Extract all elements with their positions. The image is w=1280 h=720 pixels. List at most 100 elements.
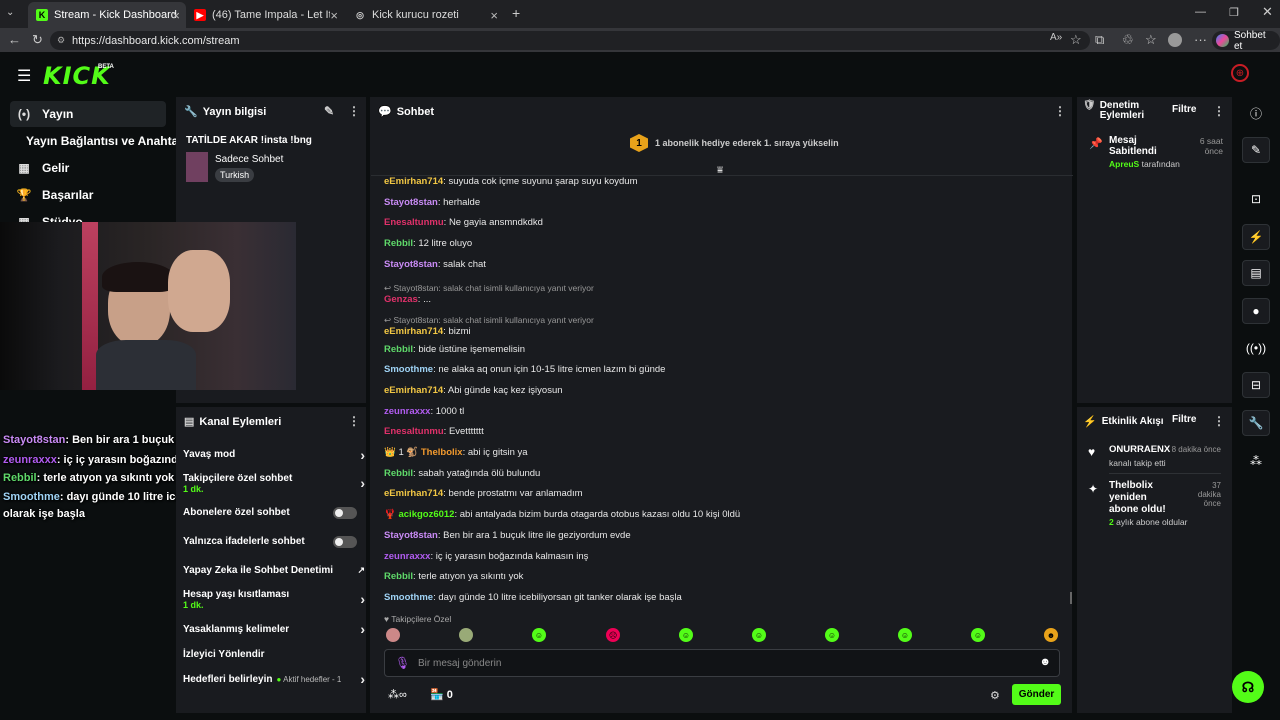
slow-mode-row[interactable]: Yavaş mod ›: [183, 447, 365, 463]
wrench-icon[interactable]: 🔧: [1242, 410, 1270, 436]
banned-words-row[interactable]: Yasaklanmış kelimeler ›: [183, 621, 365, 637]
close-tab-icon[interactable]: ×: [330, 8, 338, 23]
layout-icon[interactable]: ⊟: [1242, 372, 1270, 398]
chat-username[interactable]: Stayot8stan: [384, 197, 438, 208]
ai-moderation-row[interactable]: Yapay Zeka ile Sohbet Denetimi ↗: [183, 565, 365, 576]
chat-username[interactable]: zeunraxxx: [384, 551, 430, 562]
chat-message[interactable]: 👑 1 🐒 Thelbolix: abi iç gitsin ya: [384, 447, 528, 458]
extensions-icon[interactable]: ⧉: [1095, 32, 1104, 48]
more-menu-icon[interactable]: ···: [1194, 32, 1207, 47]
chat-username[interactable]: Rebbil: [384, 468, 413, 479]
kebab-menu-icon[interactable]: ⋮: [1213, 414, 1225, 428]
site-info-icon[interactable]: ⚙: [57, 35, 65, 46]
emoji-icon[interactable]: ☻: [1039, 656, 1051, 668]
reload-icon[interactable]: ↻: [32, 32, 43, 48]
kick-emote-icon[interactable]: ☺: [825, 628, 839, 642]
settings-gear-icon[interactable]: ⚙: [990, 689, 1000, 702]
chat-message[interactable]: Enesaltunmu: Evettttttt: [384, 426, 484, 437]
kick-emote-icon[interactable]: ☺: [898, 628, 912, 642]
chat-message[interactable]: Genzas: ...: [384, 294, 431, 305]
edit-pencil-icon[interactable]: ✎: [1242, 137, 1270, 163]
copilot-chat-button[interactable]: Sohbet et: [1212, 30, 1280, 52]
gift-sub-banner[interactable]: 1 1 abonelik hediye ederek 1. sıraya yük…: [630, 134, 839, 152]
chat-message[interactable]: Smoothme: dayı günde 10 litre icebiliyor…: [384, 592, 682, 603]
url-field[interactable]: ⚙ https://dashboard.kick.com/stream: [50, 31, 1090, 50]
edit-icon[interactable]: ✎: [324, 104, 334, 118]
back-icon[interactable]: ←: [8, 32, 21, 47]
chat-message[interactable]: Stayot8stan: salak chat: [384, 259, 486, 270]
chat-username[interactable]: eEmirhan714: [384, 488, 443, 499]
chat-username[interactable]: Rebbil: [384, 344, 413, 355]
chat-message[interactable]: Rebbil: 12 litre oluyo: [384, 238, 472, 249]
new-tab-icon[interactable]: +: [512, 5, 520, 21]
raid-row[interactable]: İzleyici Yönlendir: [183, 649, 363, 660]
chat-message[interactable]: eEmirhan714: suyuda cok içme suyunu şara…: [384, 176, 637, 187]
chat-username[interactable]: Enesaltunmu: [384, 426, 444, 437]
chat-message[interactable]: Rebbil: terle atıyon ya sıkıntı yok: [384, 571, 523, 582]
sidebar-item-basarilar[interactable]: 🏆 Başarılar: [10, 182, 166, 208]
close-window-icon[interactable]: ✕: [1262, 4, 1273, 20]
followers-only-row[interactable]: Takipçilere özel sohbet 1 dk. ›: [183, 473, 365, 494]
chat-username[interactable]: acikgoz6012: [398, 509, 454, 520]
emote-avatar[interactable]: [459, 628, 473, 642]
chat-message[interactable]: Rebbil: bide üstüne işememelisin: [384, 344, 525, 355]
chat-username[interactable]: zeunraxxx: [384, 406, 430, 417]
read-aloud-icon[interactable]: A»: [1050, 32, 1062, 43]
kick-emote-icon[interactable]: ☺: [532, 628, 546, 642]
chat-username[interactable]: eEmirhan714: [384, 176, 443, 187]
emotes-only-toggle[interactable]: [333, 536, 357, 548]
chat-message[interactable]: 🦞 acikgoz6012: abi antalyada bizim burda…: [384, 509, 740, 520]
sidebar-item-yayin[interactable]: (•) Yayın: [10, 101, 166, 127]
close-tab-icon[interactable]: ×: [490, 8, 498, 23]
kick-points-icon[interactable]: ⁂: [1242, 448, 1270, 474]
chat-username[interactable]: Stayot8stan: [384, 530, 438, 541]
kebab-menu-icon[interactable]: ⋮: [348, 414, 360, 428]
favorite-star-icon[interactable]: ☆: [1070, 32, 1082, 48]
browser-tab-kick-badge[interactable]: ◎ Kick kurucu rozeti ×: [346, 2, 504, 28]
chat-message[interactable]: Rebbil: sabah yatağında ölü bulundu: [384, 468, 540, 479]
send-button[interactable]: Gönder: [1012, 684, 1061, 705]
favorites-icon[interactable]: ☆: [1145, 32, 1157, 48]
kick-emote-icon[interactable]: ☺: [971, 628, 985, 642]
chat-username[interactable]: Thelbolix: [421, 447, 463, 458]
chat-input[interactable]: 🎙 Bir mesaj gönderin ☻: [384, 649, 1060, 677]
kick-emote-icon[interactable]: ☺: [679, 628, 693, 642]
maximize-icon[interactable]: ❐: [1229, 6, 1239, 19]
category-name[interactable]: Sadece Sohbet: [215, 154, 283, 165]
chat-message[interactable]: Stayot8stan: Ben bir ara 1 buçuk litre i…: [384, 530, 631, 541]
chat-message[interactable]: Enesaltunmu: Ne gayia ansmndkdkd: [384, 217, 543, 228]
lightning-icon[interactable]: ⚡: [1242, 224, 1270, 250]
chat-username[interactable]: Rebbil: [384, 571, 413, 582]
emote-avatar[interactable]: [386, 628, 400, 642]
chat-username[interactable]: eEmirhan714: [384, 385, 443, 396]
chat-message[interactable]: Smoothme: ne alaka aq onun için 10-15 li…: [384, 364, 665, 375]
chat-message[interactable]: eEmirhan714: Abi günde kaç kez işiyosun: [384, 385, 563, 396]
chat-message[interactable]: Stayot8stan: herhalde: [384, 197, 480, 208]
profile-avatar[interactable]: [1168, 33, 1182, 47]
chat-username[interactable]: Enesaltunmu: [384, 217, 444, 228]
chat-message[interactable]: eEmirhan714: bende prostatmı var anlamad…: [384, 488, 583, 499]
tab-list-icon[interactable]: ⌄: [6, 7, 14, 18]
kick-points-icon[interactable]: ⁂∞: [388, 688, 407, 701]
laugh-emote-icon[interactable]: ☻: [1044, 628, 1058, 642]
collections-icon[interactable]: ♲: [1122, 32, 1134, 48]
kebab-menu-icon[interactable]: ⋮: [348, 104, 360, 118]
chat-message[interactable]: zeunraxxx: iç iç yarasın boğazında kalma…: [384, 551, 588, 562]
sidebar-item-gelir[interactable]: ▦ Gelir: [10, 155, 166, 181]
chat-username[interactable]: eEmirhan714: [384, 326, 443, 337]
rage-emote-icon[interactable]: ☹: [606, 628, 620, 642]
user-avatar[interactable]: ⊕: [1231, 64, 1249, 82]
chat-message[interactable]: zeunraxxx: 1000 tl: [384, 406, 464, 417]
chat-username[interactable]: Stayot8stan: [384, 259, 438, 270]
info-icon[interactable]: ⓘ: [1242, 100, 1270, 126]
chat-username[interactable]: Genzas: [384, 294, 418, 305]
chat-message[interactable]: eEmirhan714: bizmi: [384, 326, 471, 337]
notes-icon[interactable]: ▤: [1242, 260, 1270, 286]
sidebar-item-stream-key[interactable]: Yayın Bağlantısı ve Anahtarı: [20, 128, 190, 154]
chat-username[interactable]: Smoothme: [384, 364, 433, 375]
microphone-icon[interactable]: 🎙: [395, 656, 410, 670]
chat-username[interactable]: Rebbil: [384, 238, 413, 249]
browser-tab-youtube[interactable]: ▶ (46) Tame Impala - Let It Happen (×: [186, 2, 344, 28]
chat-username[interactable]: Smoothme: [384, 592, 433, 603]
kebab-menu-icon[interactable]: ⋮: [1213, 104, 1225, 118]
